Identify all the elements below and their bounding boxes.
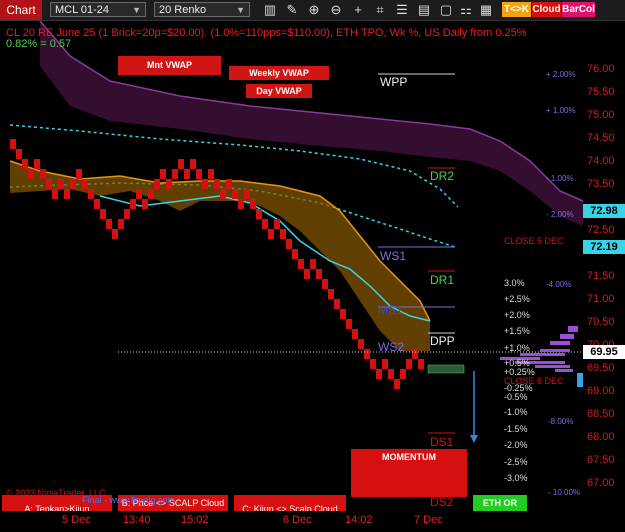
strategy-icon[interactable]: ▤ <box>416 2 432 18</box>
tk-toggle[interactable]: T<>K <box>502 2 531 17</box>
price-tick: 74.50 <box>587 132 615 144</box>
ds1-label: DS1 <box>430 435 454 449</box>
bar-type-selector[interactable]: 20 Renko ▼ <box>154 2 250 17</box>
price-marker-cyan2: 72.19 <box>583 240 625 254</box>
price-tick: 67.50 <box>587 454 615 466</box>
ms1-label: MS1 <box>378 303 403 317</box>
projection-arrowhead <box>470 435 478 443</box>
price-tick: 67.00 <box>587 477 615 489</box>
chevron-down-icon: ▼ <box>132 5 141 15</box>
price-tick: 69.50 <box>587 362 615 374</box>
crosshair-icon[interactable]: + <box>350 2 366 18</box>
pct-band-label: -8.00% <box>548 417 574 426</box>
pct-ladder-label: -0.5% <box>504 392 528 402</box>
dr2-label: DR2 <box>430 169 455 183</box>
ws2-label: WS2 <box>378 340 405 354</box>
pct-band-label: - 10.00% <box>548 488 581 497</box>
pct-ladder-label: +2.0% <box>504 310 530 320</box>
text-icon[interactable]: ⌗ <box>372 2 388 18</box>
price-tick: 74.00 <box>587 155 615 167</box>
time-tick: 7 Dec <box>414 514 443 526</box>
price-tick: 68.00 <box>587 431 615 443</box>
zoom-out-icon[interactable]: ⊖ <box>328 2 344 18</box>
instrument-value: MCL 01-24 <box>55 4 110 16</box>
price-tick: 76.00 <box>587 63 615 75</box>
price-tick: 75.00 <box>587 109 615 121</box>
dr1-label: DR1 <box>430 273 455 287</box>
wpp-label: WPP <box>380 75 408 89</box>
ds2-label: DS2 <box>430 495 454 509</box>
pct-ladder-label: -1.0% <box>504 407 528 417</box>
pct-ladder-label: -3.0% <box>504 473 528 483</box>
price-tick: 75.50 <box>587 86 615 98</box>
time-tick: 13:40 <box>123 514 151 526</box>
close-5dec-label: CLOSE 5 DEC <box>504 236 564 246</box>
price-chart[interactable]: CL 20 RE June 25 (1 Brick=20p=$20.00). (… <box>0 21 583 511</box>
properties-icon[interactable]: ☰ <box>394 2 410 18</box>
bar-type-value: 20 Renko <box>159 4 207 16</box>
price-tick: 73.50 <box>587 178 615 190</box>
data-box-icon[interactable]: ▦ <box>478 2 494 18</box>
time-tick: 14:02 <box>345 514 373 526</box>
barcol-toggle[interactable]: BarCol <box>562 2 595 17</box>
time-tick: 15:02 <box>181 514 209 526</box>
ws1-label: WS1 <box>380 249 407 263</box>
time-axis[interactable]: 5 Dec 13:40 15:02 6 Dec 14:02 7 Dec <box>0 511 583 532</box>
price-tick: 71.00 <box>587 293 615 305</box>
pct-band-label: + 2.00% <box>546 70 576 79</box>
kijun-scalp-cloud-button[interactable]: C: Kijun <> Scalp Cloud <box>234 495 346 511</box>
pct-ladder-label: -2.0% <box>504 440 528 450</box>
draw-icon[interactable]: ✎ <box>284 2 300 18</box>
time-tick: 5 Dec <box>62 514 91 526</box>
price-zone-box <box>427 364 465 374</box>
pct-ladder-label: -1.5% <box>504 424 528 434</box>
time-tick: 6 Dec <box>283 514 312 526</box>
window-icon[interactable]: ▢ <box>438 2 454 18</box>
price-tick: 70.50 <box>587 316 615 328</box>
price-tick: 71.50 <box>587 270 615 282</box>
chart-tab[interactable]: Chart <box>0 0 42 20</box>
layout-icon[interactable]: ⚏ <box>458 2 474 18</box>
pct-band-label: - 2.00% <box>546 210 574 219</box>
pct-ladder-label: +1.5% <box>504 326 530 336</box>
pct-ladder-label: 3.0% <box>504 278 525 288</box>
zoom-in-icon[interactable]: ⊕ <box>306 2 322 18</box>
instrument-selector[interactable]: MCL 01-24 ▼ <box>50 2 146 17</box>
cloud-toggle[interactable]: Cloud <box>532 2 561 17</box>
price-axis[interactable]: 76.00 75.50 75.00 74.50 74.00 73.50 72.5… <box>583 21 625 511</box>
dpp-label: DPP <box>430 334 455 348</box>
pct-ladder-label: +0.25% <box>504 367 535 377</box>
final-credit: Final - www.fin-alg.com <box>82 495 176 505</box>
chevron-down-icon: ▼ <box>236 5 245 15</box>
pct-band-label: + 1.00% <box>546 106 576 115</box>
bar-chart-icon[interactable]: ▥ <box>262 2 278 18</box>
price-marker-cyan: 72.98 <box>583 204 625 218</box>
price-tick: 72.50 <box>587 224 615 236</box>
weekly-vwap-label: Weekly VWAP <box>229 66 329 80</box>
monthly-vwap-label: Mnt VWAP <box>118 56 221 75</box>
current-price-marker: 69.95 <box>583 345 625 359</box>
pct-ladder-label: +2.5% <box>504 294 530 304</box>
chart-info-subline: 0.82% = 0.57 <box>6 38 72 50</box>
eth-or-button[interactable]: ETH OR <box>473 495 527 511</box>
momentum-button[interactable]: MOMENTUM <box>351 449 467 497</box>
chart-info-line: CL 20 RE June 25 (1 Brick=20p=$20.00). (… <box>6 27 527 39</box>
pct-band-label: -4.00% <box>546 280 572 289</box>
pct-band-label: - 1.00% <box>546 174 574 183</box>
toolbar: Chart MCL 01-24 ▼ 20 Renko ▼ ▥ ✎ ⊕ ⊖ + ⌗… <box>0 0 625 21</box>
price-tick: 69.00 <box>587 385 615 397</box>
pct-ladder-label: +1.0% <box>504 343 530 353</box>
price-tick: 68.50 <box>587 408 615 420</box>
daily-vwap-label: Day VWAP <box>246 84 312 98</box>
pct-ladder-label: -2.5% <box>504 457 528 467</box>
